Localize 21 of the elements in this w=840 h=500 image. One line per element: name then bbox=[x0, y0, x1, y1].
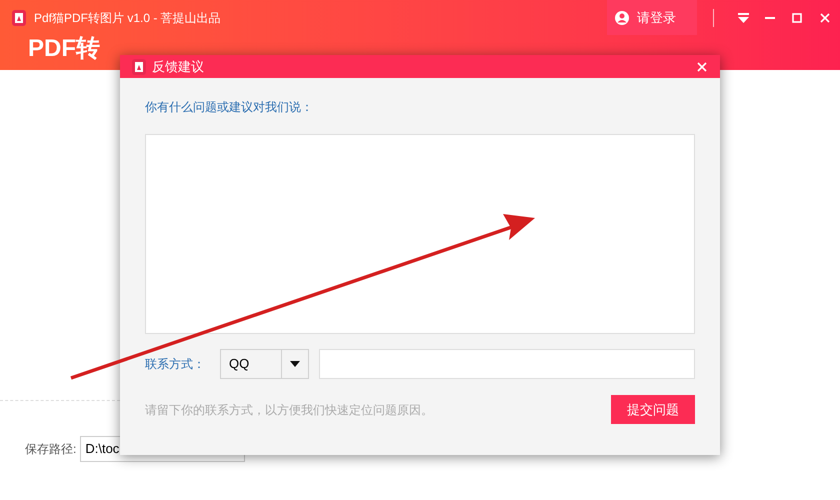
dropdown-menu-icon bbox=[738, 12, 748, 22]
app-icon bbox=[12, 10, 26, 26]
close-button[interactable] bbox=[696, 60, 708, 72]
maximize-icon bbox=[792, 12, 802, 22]
window-title: Pdf猫PDF转图片 v1.0 - 菩提山出品 bbox=[34, 10, 221, 26]
dialog-title: 反馈建议 bbox=[152, 58, 204, 76]
app-icon bbox=[132, 58, 146, 74]
contact-type-dropdown[interactable]: QQ bbox=[220, 349, 309, 379]
submit-button[interactable]: 提交问题 bbox=[611, 395, 695, 424]
close-icon bbox=[697, 62, 707, 72]
prompt-label: 你有什么问题或建议对我们说： bbox=[145, 99, 314, 116]
login-button[interactable]: 请登录 bbox=[607, 0, 697, 35]
save-path-label: 保存路径: bbox=[25, 441, 76, 458]
user-icon bbox=[615, 10, 629, 24]
minimize-icon bbox=[765, 16, 775, 18]
close-icon bbox=[820, 12, 830, 22]
contact-label: 联系方式： bbox=[145, 356, 206, 373]
hint-text: 请留下你的联系方式，以方便我们快速定位问题原因。 bbox=[145, 402, 434, 418]
caret-icon bbox=[290, 361, 300, 367]
app-banner-title: PDF转 bbox=[28, 35, 100, 62]
contact-input[interactable] bbox=[319, 349, 695, 379]
